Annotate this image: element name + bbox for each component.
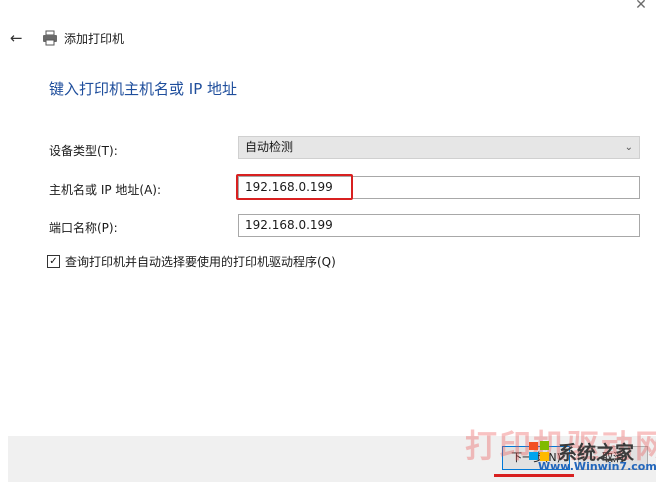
wizard-header: ← 添加打印机 (10, 28, 124, 48)
underline-annotation (494, 474, 574, 477)
port-name-input[interactable]: 192.168.0.199 (238, 214, 640, 237)
close-button[interactable]: ✕ (626, 0, 656, 14)
port-name-value: 192.168.0.199 (245, 218, 333, 232)
back-arrow-icon[interactable]: ← (10, 28, 26, 48)
query-driver-checkbox[interactable]: ✓ (47, 255, 60, 268)
chevron-down-icon: ⌄ (624, 142, 633, 153)
port-name-label: 端口名称(P): (49, 221, 118, 235)
query-driver-label: 查询打印机并自动选择要使用的打印机驱动程序(Q) (65, 255, 336, 269)
watermark-site-url: Www.Winwin7.com (538, 460, 656, 473)
hostname-label: 主机名或 IP 地址(A): (49, 183, 162, 197)
device-type-select[interactable]: 自动检测 ⌄ (238, 136, 640, 159)
query-driver-option[interactable]: ✓ 查询打印机并自动选择要使用的打印机驱动程序(Q) (47, 253, 336, 270)
wizard-title: 添加打印机 (64, 31, 125, 46)
printer-icon (43, 30, 57, 46)
device-type-label: 设备类型(T): (49, 144, 118, 158)
page-heading: 键入打印机主机名或 IP 地址 (49, 80, 238, 98)
windows-logo-icon (529, 441, 549, 461)
highlight-annotation (236, 174, 353, 200)
device-type-value: 自动检测 (245, 140, 294, 154)
